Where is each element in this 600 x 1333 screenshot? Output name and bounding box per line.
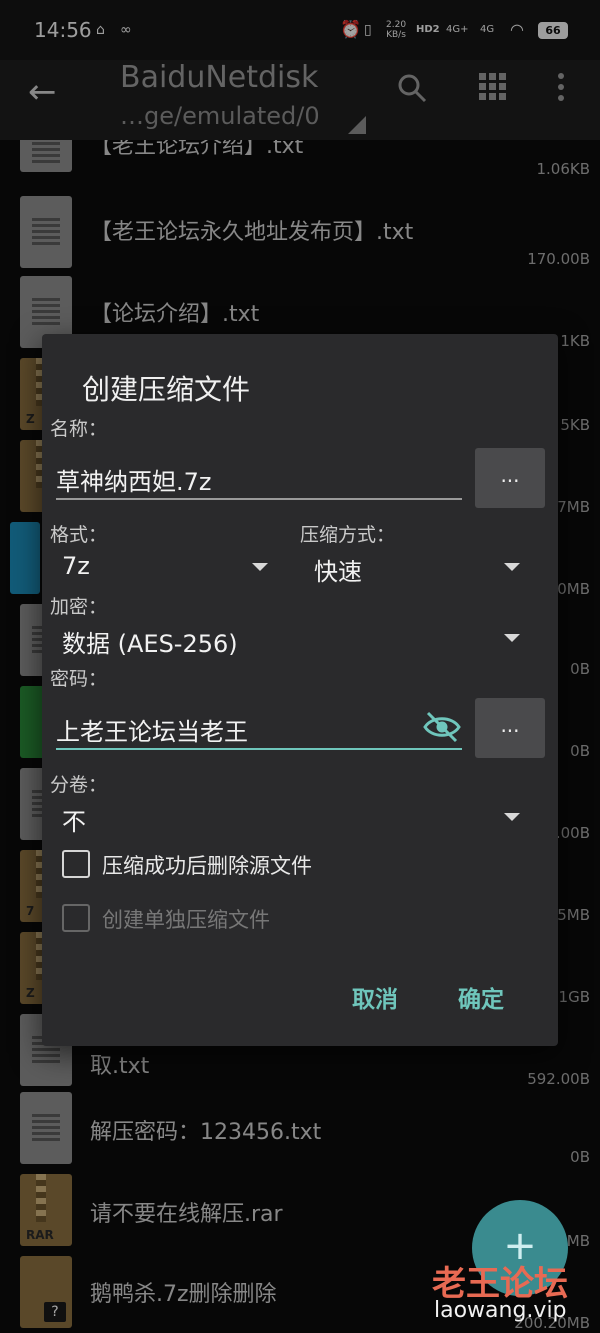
separate-archive-label[interactable]: 创建单独压缩文件	[102, 904, 270, 934]
name-underline	[56, 498, 462, 500]
split-label: 分卷：	[50, 774, 108, 796]
browse-name-button[interactable]: ...	[475, 448, 545, 508]
generate-password-button[interactable]: ...	[475, 698, 545, 758]
password-underline	[56, 748, 462, 750]
encrypt-dropdown-icon[interactable]	[504, 634, 520, 642]
delete-source-checkbox[interactable]	[62, 850, 90, 878]
method-label: 压缩方式：	[300, 524, 396, 546]
format-label: 格式：	[50, 524, 108, 546]
split-dropdown-icon[interactable]	[504, 813, 520, 821]
format-select[interactable]: 7z	[62, 552, 90, 580]
delete-source-label[interactable]: 压缩成功后删除源文件	[102, 850, 312, 880]
dialog-title: 创建压缩文件	[82, 373, 251, 406]
method-dropdown-icon[interactable]	[504, 563, 520, 571]
encrypt-label: 加密：	[50, 596, 108, 618]
eye-off-icon[interactable]	[422, 710, 462, 744]
ok-button[interactable]: 确定	[458, 980, 504, 1014]
password-label: 密码：	[50, 668, 108, 690]
separate-archive-checkbox[interactable]	[62, 904, 90, 932]
create-archive-dialog: 创建压缩文件 名称： 草神纳西妲.7z ... 格式： 7z 压缩方式： 快速 …	[42, 334, 558, 1046]
archive-name-input[interactable]: 草神纳西妲.7z	[56, 462, 212, 497]
method-select[interactable]: 快速	[314, 552, 362, 587]
format-dropdown-icon[interactable]	[252, 563, 268, 571]
split-select[interactable]: 不	[62, 802, 86, 837]
encrypt-select[interactable]: 数据 (AES-256)	[62, 624, 238, 659]
name-label: 名称：	[50, 418, 108, 440]
password-input[interactable]: 上老王论坛当老王	[56, 712, 248, 747]
cancel-button[interactable]: 取消	[352, 980, 398, 1014]
watermark-url: laowang.vip	[434, 1298, 567, 1323]
